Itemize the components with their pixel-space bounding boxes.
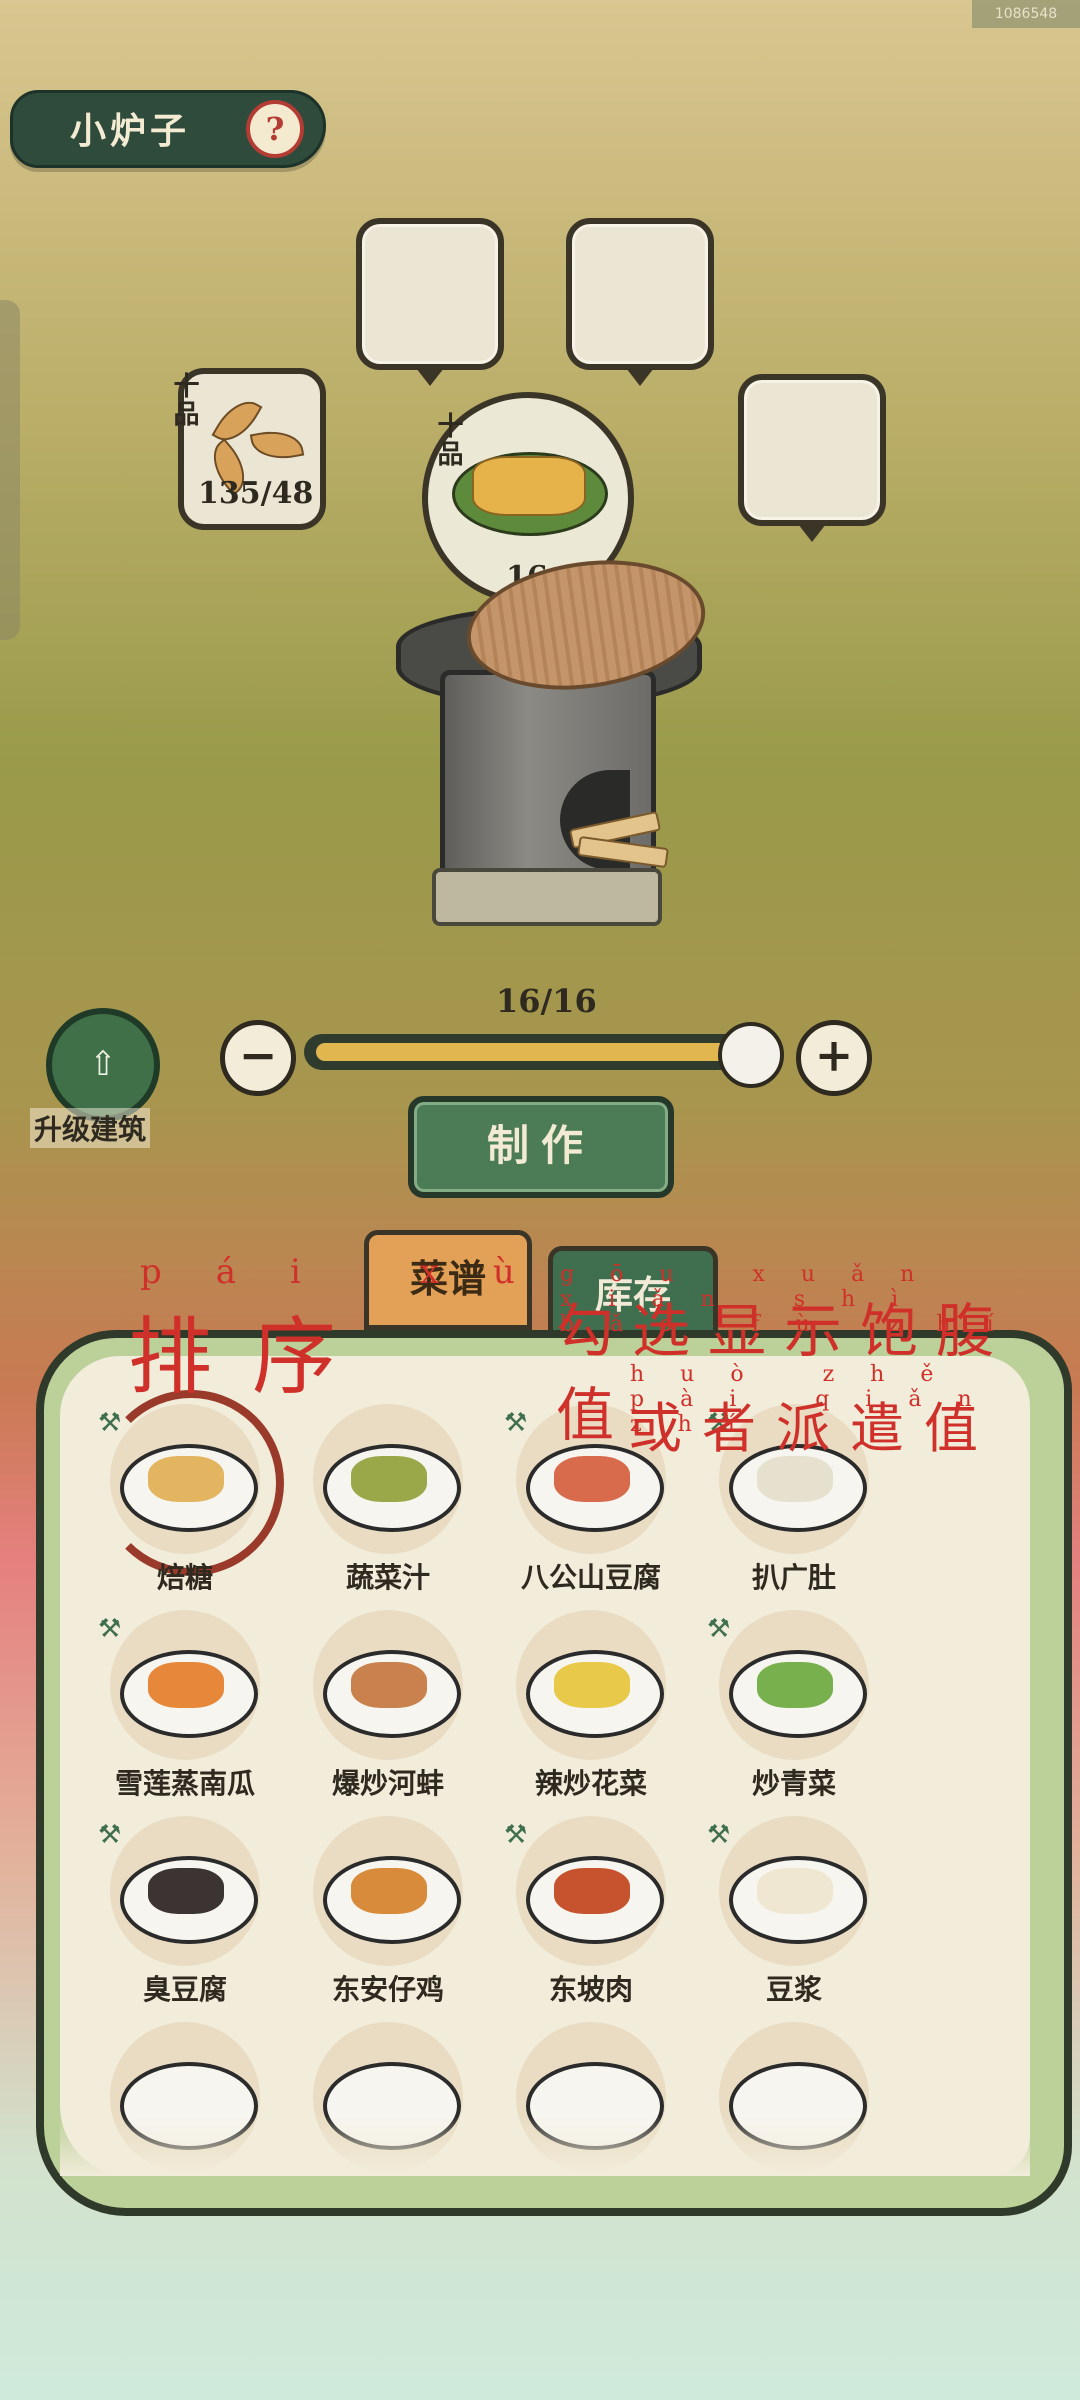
stove-base (432, 868, 662, 926)
hammer-icon: ⚒ (98, 1614, 122, 1644)
dish-food-icon (351, 1456, 427, 1502)
recipe-name: 豆浆 (765, 1973, 822, 2006)
recipe-name: 雪莲蒸南瓜 (114, 1767, 255, 1800)
hammer-icon: ⚒ (504, 1820, 528, 1850)
minus-icon[interactable]: − (220, 1020, 296, 1096)
dish-food-icon (148, 1456, 224, 1502)
recipe-name: 扒广肚 (751, 1561, 836, 1594)
recipe-name: 辣炒花菜 (534, 1767, 647, 1800)
quantity-slider-fill (316, 1043, 756, 1061)
recipe-item[interactable]: 爆炒河蚌 (293, 1610, 483, 1810)
upgrade-building-label: 升级建筑 (30, 1108, 151, 1148)
recipe-name: 爆炒河蚌 (331, 1767, 444, 1800)
recipe-item[interactable]: ⚒ 焙糖 (90, 1390, 284, 1604)
upgrade-arrow-icon: ⇧ (88, 1044, 118, 1084)
quantity-slider-handle[interactable] (718, 1022, 784, 1088)
recipe-name: 东坡肉 (548, 1973, 633, 2006)
dish-food-icon (757, 1868, 833, 1914)
question-icon[interactable]: ? (246, 100, 304, 158)
recipe-item[interactable]: ⚒ 雪莲蒸南瓜 (90, 1610, 280, 1810)
ingredient-slot-empty[interactable] (566, 218, 714, 386)
side-drawer-handle[interactable] (0, 300, 20, 640)
dish-food-icon (757, 1662, 833, 1708)
recipe-name: 蔬菜汁 (345, 1561, 430, 1594)
tofu-food (472, 456, 586, 516)
recipe-name: 东安仔鸡 (331, 1973, 444, 2006)
ingredient-slot-empty[interactable] (356, 218, 504, 386)
recipe-grid: ⚒ 焙糖 蔬菜汁 ⚒ 八公山豆腐 ⚒ 扒广肚 ⚒ 雪莲蒸南瓜 爆炒河蚌 辣炒花菜 ⚒ 炒青菜 ⚒ 臭豆腐 东安… (60, 1356, 1030, 2176)
ingredient-slot-empty[interactable] (738, 374, 886, 542)
recipe-item[interactable]: 辣炒花菜 (496, 1610, 686, 1810)
recipe-item[interactable]: ⚒ 炒青菜 (699, 1610, 889, 1810)
dish-food-icon (148, 1868, 224, 1914)
hammer-icon: ⚒ (707, 1614, 731, 1644)
recipe-item[interactable]: 蔬菜汁 (293, 1404, 483, 1604)
recipe-item[interactable]: 东安仔鸡 (293, 1816, 483, 2016)
dish-food-icon (351, 1868, 427, 1914)
annotation-line2: 或者派遣值 (628, 1397, 998, 1460)
hammer-icon: ⚒ (98, 1820, 122, 1850)
dish-food-icon (554, 1456, 630, 1502)
recipe-item[interactable]: ⚒ 东坡肉 (496, 1816, 686, 2016)
recipe-name: 八公山豆腐 (520, 1561, 661, 1594)
annotation-sort-pinyin: pái xù (140, 1252, 569, 1292)
recipe-name: 焙糖 (156, 1561, 213, 1594)
recipe-name: 臭豆腐 (142, 1973, 227, 2006)
dish-food-icon (351, 1662, 427, 1708)
dish-food-icon (554, 1662, 630, 1708)
dish-food-icon (554, 1868, 630, 1914)
food-grade: 十品 (433, 412, 463, 468)
fuel-count: 135/48 (198, 476, 314, 511)
recipe-item[interactable]: ⚒ 豆浆 (699, 1816, 889, 2016)
upgrade-building-button[interactable]: ⇧ (46, 1008, 160, 1122)
hammer-icon: ⚒ (707, 1820, 731, 1850)
dish-food-icon (148, 1662, 224, 1708)
recipe-name: 炒青菜 (751, 1767, 836, 1800)
annotation-sort: 排序 (128, 1308, 377, 1406)
hammer-icon: ⚒ (98, 1408, 122, 1438)
fuel-grade: 十品 (169, 372, 199, 428)
hammer-icon: ⚒ (504, 1408, 528, 1438)
recipe-item[interactable]: ⚒ 臭豆腐 (90, 1816, 280, 2016)
page-title: 小炉子 (70, 110, 191, 152)
scroll-fade (60, 2116, 1030, 2176)
make-button[interactable]: 制作 (408, 1096, 674, 1198)
quantity-label: 16/16 (496, 982, 597, 1020)
build-id: 1086548 (972, 0, 1080, 28)
plus-icon[interactable]: + (796, 1020, 872, 1096)
